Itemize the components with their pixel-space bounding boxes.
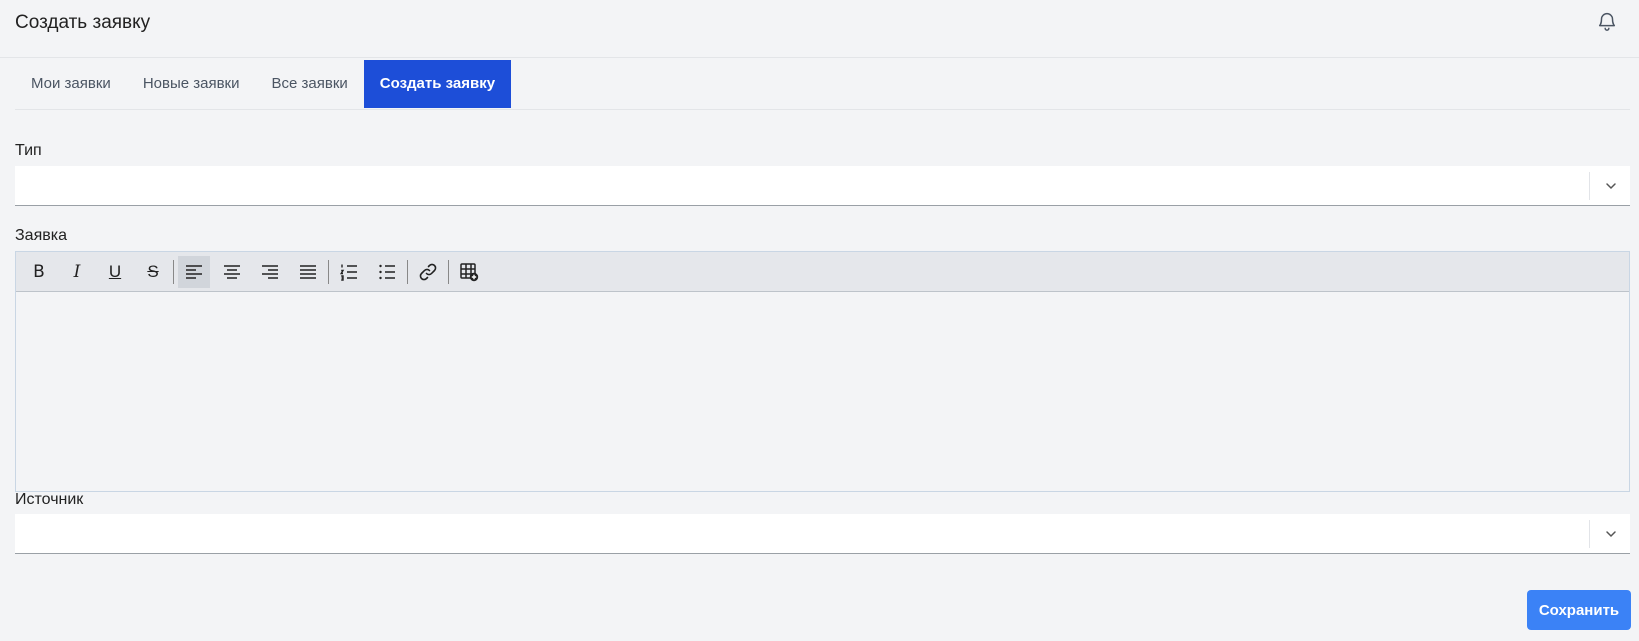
type-select[interactable] (15, 166, 1630, 206)
align-right-icon (262, 264, 278, 279)
insert-table-button[interactable] (453, 256, 485, 288)
align-left-icon (186, 264, 202, 279)
editor-toolbar: B I U S (16, 252, 1629, 292)
toolbar-separator (407, 259, 408, 284)
source-select[interactable] (15, 514, 1630, 554)
align-right-button[interactable] (254, 256, 286, 288)
rich-text-editor: B I U S (15, 251, 1630, 492)
strikethrough-button[interactable]: S (137, 256, 169, 288)
select-divider (1589, 172, 1590, 200)
bullet-list-button[interactable] (371, 256, 403, 288)
tab-my-requests[interactable]: Мои заявки (15, 60, 127, 108)
ordered-list-button[interactable] (333, 256, 365, 288)
underline-icon: U (108, 261, 122, 281)
bold-icon: B (33, 261, 45, 282)
align-left-button[interactable] (178, 255, 210, 288)
chevron-down-icon (1606, 531, 1616, 538)
request-label: Заявка (15, 227, 67, 244)
type-label: Тип (15, 142, 42, 159)
tab-create-request[interactable]: Создать заявку (363, 60, 512, 108)
toolbar-separator (328, 259, 329, 284)
italic-icon: I (73, 261, 81, 282)
link-button[interactable] (412, 256, 444, 288)
tab-bar: Мои заявки Новые заявки Все заявки Созда… (15, 60, 1630, 110)
page-header: Создать заявку (0, 0, 1639, 58)
strikethrough-icon: S (147, 261, 159, 281)
save-button[interactable]: Сохранить (1527, 590, 1631, 630)
link-icon (419, 263, 437, 280)
align-center-icon (224, 264, 240, 279)
bold-button[interactable]: B (23, 256, 55, 288)
chevron-down-icon (1606, 183, 1616, 190)
align-center-button[interactable] (216, 256, 248, 288)
align-justify-button[interactable] (292, 256, 324, 288)
select-divider (1589, 520, 1590, 548)
toolbar-separator (173, 259, 174, 284)
source-label: Источник (15, 491, 84, 508)
underline-button[interactable]: U (99, 256, 131, 288)
page-title: Создать заявку (15, 12, 151, 33)
ordered-list-icon (339, 264, 357, 281)
toolbar-separator (448, 259, 449, 284)
bell-icon[interactable] (1596, 10, 1618, 32)
insert-table-icon (460, 262, 479, 281)
italic-button[interactable]: I (61, 256, 93, 288)
tab-new-requests[interactable]: Новые заявки (127, 60, 256, 108)
tab-all-requests[interactable]: Все заявки (256, 60, 364, 108)
bullet-list-icon (379, 264, 395, 279)
editor-content[interactable] (16, 292, 1629, 491)
align-justify-icon (300, 264, 316, 279)
